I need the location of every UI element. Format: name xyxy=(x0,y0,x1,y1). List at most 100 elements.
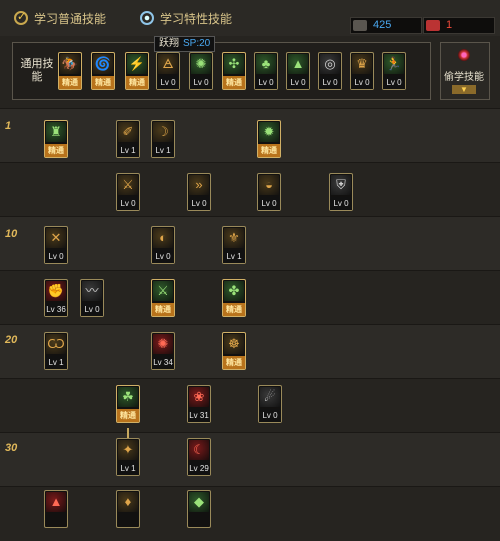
skill-slot[interactable]: ⚔ 精通 xyxy=(151,279,175,317)
skill-slot[interactable]: ◒ Lv 0 xyxy=(257,173,281,211)
skill-level-label: 精通 xyxy=(258,144,280,157)
whirl-icon: ◐ xyxy=(153,228,173,248)
skill-level-label: Lv 0 xyxy=(330,197,352,210)
level-requirement-marker: 10 xyxy=(5,228,18,240)
skill-tree: 1 10 20 30 ♜ 精通 ✐ Lv 1 ☽ Lv 1 ✹ 精通 ⚔ Lv 0 » Lv 0 ◒ Lv 0 ⛨ L… xyxy=(0,108,500,541)
skill-level-label: Lv 31 xyxy=(188,409,210,422)
tier-row xyxy=(0,216,500,271)
tier-row xyxy=(0,270,500,325)
skill-slot[interactable]: ◎ Lv 0 xyxy=(318,52,342,90)
header-bar: 学习普通技能 学习特性技能 425 1 xyxy=(0,0,500,36)
tp-icon xyxy=(426,20,440,31)
skill-slot[interactable]: ✤ 精通 xyxy=(222,279,246,317)
steal-skill-icon xyxy=(458,49,470,61)
skill-level-label: 精通 xyxy=(223,303,245,316)
skill-slot[interactable]: ✐ Lv 1 xyxy=(116,120,140,158)
shield-icon: ⛨ xyxy=(331,175,351,195)
plant-icon: ♣ xyxy=(256,54,276,74)
level-requirement-marker: 20 xyxy=(5,334,18,346)
skill-level-label: 精通 xyxy=(126,76,148,89)
skill-slot[interactable]: ✦ Lv 1 xyxy=(116,438,140,476)
green-crosshair-icon: ✣ xyxy=(224,54,244,74)
tier-row xyxy=(0,162,500,217)
skill-level-label: 精通 xyxy=(117,409,139,422)
arrows-icon: » xyxy=(189,175,209,195)
skill-slot[interactable]: ◐ Lv 0 xyxy=(151,226,175,264)
wing-icon: 🜁 xyxy=(158,54,178,74)
skill-slot[interactable]: 🌀 精通 xyxy=(91,52,115,90)
level-requirement-marker: 1 xyxy=(5,120,12,132)
skill-level-label: Lv 0 xyxy=(319,76,341,89)
skill-level-label: 精通 xyxy=(45,144,67,157)
skill-slot[interactable]: ♦ xyxy=(116,490,140,528)
chevron-down-icon[interactable]: ▼ xyxy=(452,85,476,94)
skill-level-label: Lv 0 xyxy=(81,303,103,316)
skill-slot[interactable]: ⚡ 精通 xyxy=(125,52,149,90)
green-burst-icon: ✹ xyxy=(259,122,279,142)
slash-icon: ✐ xyxy=(118,122,138,142)
skill-slot[interactable]: ◆ xyxy=(187,490,211,528)
skill-level-label: 精通 xyxy=(223,356,245,369)
skill-slot[interactable]: ♜ 精通 xyxy=(44,120,68,158)
green-gem-icon: ◆ xyxy=(189,492,209,512)
tier-row xyxy=(0,432,500,487)
skill-prerequisite-line xyxy=(127,428,129,438)
ring-icon: ◎ xyxy=(320,54,340,74)
skill-slot[interactable]: ❀ Lv 31 xyxy=(187,385,211,423)
skill-slot[interactable]: ✹ 精通 xyxy=(257,120,281,158)
skill-slot[interactable]: ♣ Lv 0 xyxy=(254,52,278,90)
skill-level-label: 精通 xyxy=(92,76,114,89)
general-skills-label: 通用技能 xyxy=(20,58,54,83)
claw-icon: Ѡ xyxy=(46,334,66,354)
tier-row xyxy=(0,108,500,163)
skill-slot[interactable]: ⛨ Lv 0 xyxy=(329,173,353,211)
skill-level-label: 精通 xyxy=(223,76,245,89)
green-tower-icon: ♜ xyxy=(46,122,66,142)
learn-special-skills-label: 学习特性技能 xyxy=(160,11,233,26)
skill-level-label: Lv 0 xyxy=(190,76,212,89)
skill-level-label: Lv 0 xyxy=(258,197,280,210)
skill-slot[interactable]: ☘ 精通 xyxy=(116,385,140,423)
dash-slash-icon: ⚔ xyxy=(118,175,138,195)
skill-slot[interactable]: ✣ 精通 xyxy=(222,52,246,90)
skill-slot[interactable]: Ѡ Lv 1 xyxy=(44,332,68,370)
skill-slot[interactable]: ☾ Lv 29 xyxy=(187,438,211,476)
skill-slot[interactable]: » Lv 0 xyxy=(187,173,211,211)
tooltip-sp-cost: SP:20 xyxy=(183,38,211,49)
golden-statue-icon: ♛ xyxy=(352,54,372,74)
tier-row xyxy=(0,378,500,433)
skill-level-label: Lv 0 xyxy=(383,76,405,89)
skill-slot[interactable]: ☽ Lv 1 xyxy=(151,120,175,158)
skill-level-label: Lv 0 xyxy=(117,197,139,210)
skill-slot[interactable]: 🏃 Lv 0 xyxy=(382,52,406,90)
skill-slot[interactable]: ▲ Lv 0 xyxy=(286,52,310,90)
skill-slot[interactable]: ✊ Lv 36 xyxy=(44,279,68,317)
green-spirit-icon: ☘ xyxy=(118,387,138,407)
skill-slot[interactable]: ✕ Lv 0 xyxy=(44,226,68,264)
learn-common-skills-tab[interactable]: 学习普通技能 xyxy=(14,9,106,27)
skill-level-label: Lv 36 xyxy=(45,303,67,316)
tier-row xyxy=(0,486,500,541)
skill-slot[interactable]: ⚔ Lv 0 xyxy=(116,173,140,211)
skill-slot[interactable]: 🜁 Lv 0 xyxy=(156,52,180,90)
skill-slot[interactable]: 🏇 精通 xyxy=(58,52,82,90)
golden-buddha-icon: ☸ xyxy=(224,334,244,354)
skill-slot[interactable]: 〰 Lv 0 xyxy=(80,279,104,317)
wind-slash-icon: 〰 xyxy=(82,281,102,301)
skill-slot[interactable]: ☄ Lv 0 xyxy=(258,385,282,423)
rider-icon: 🏇 xyxy=(60,54,80,74)
skill-slot[interactable]: ✺ Lv 34 xyxy=(151,332,175,370)
learn-special-skills-tab[interactable]: 学习特性技能 xyxy=(140,9,232,27)
skill-slot[interactable]: ✺ Lv 0 xyxy=(189,52,213,90)
tp-counter: 1 xyxy=(423,17,495,34)
skill-slot[interactable]: ⚜ Lv 1 xyxy=(222,226,246,264)
flame-wheel-icon: 🌀 xyxy=(93,54,113,74)
skill-level-label: Lv 1 xyxy=(45,356,67,369)
skill-level-label: Lv 0 xyxy=(351,76,373,89)
skill-slot[interactable]: ♛ Lv 0 xyxy=(350,52,374,90)
sp-counter: 425 xyxy=(350,17,422,34)
skill-level-label: Lv 1 xyxy=(117,462,139,475)
skill-slot[interactable]: ▲ xyxy=(44,490,68,528)
skill-slot[interactable]: ☸ 精通 xyxy=(222,332,246,370)
skill-level-label: Lv 1 xyxy=(117,144,139,157)
